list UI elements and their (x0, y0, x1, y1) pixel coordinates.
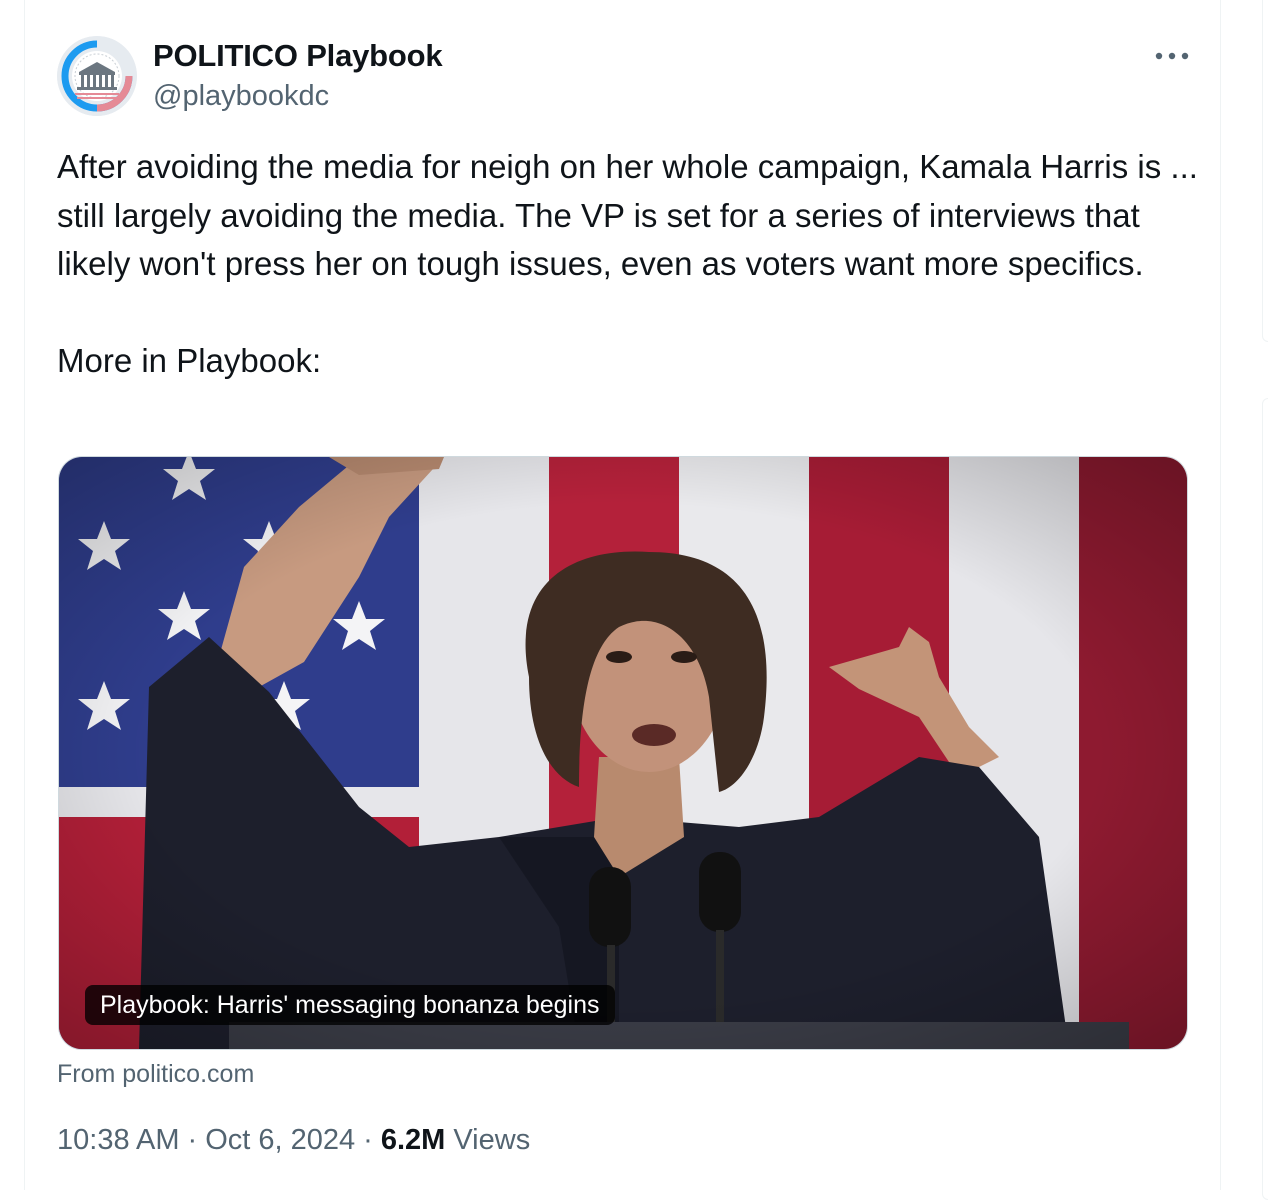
sidebar-card (1262, 0, 1268, 342)
tweet-date[interactable]: Oct 6, 2024 (205, 1124, 355, 1156)
account-handle[interactable]: @playbookdc (153, 80, 329, 113)
tweet-text: After avoiding the media for neigh on he… (57, 148, 1198, 379)
tweet-time[interactable]: 10:38 AM (57, 1124, 180, 1156)
views-label: Views (453, 1124, 531, 1156)
meta-separator: · (363, 1124, 373, 1156)
link-preview-card[interactable]: Playbook: Harris' messaging bonanza begi… (58, 456, 1188, 1050)
article-image (59, 457, 1187, 1049)
link-source[interactable]: From politico.com (57, 1060, 254, 1089)
sidebar-card (1262, 398, 1268, 1200)
timeline-border-right (1220, 0, 1221, 1190)
white-house-logo-icon (57, 36, 137, 116)
views-count: 6.2M (380, 1124, 446, 1156)
link-card-title: Playbook: Harris' messaging bonanza begi… (85, 985, 615, 1025)
more-options-button[interactable] (1150, 40, 1194, 72)
meta-separator: · (187, 1124, 198, 1156)
timeline-border-left (24, 0, 25, 1190)
more-dots-icon (1155, 52, 1189, 60)
tweet-meta: 10:38 AM · Oct 6, 2024 · 6.2M Views (57, 1124, 530, 1157)
avatar[interactable] (57, 36, 137, 116)
account-display-name[interactable]: POLITICO Playbook (153, 38, 443, 74)
